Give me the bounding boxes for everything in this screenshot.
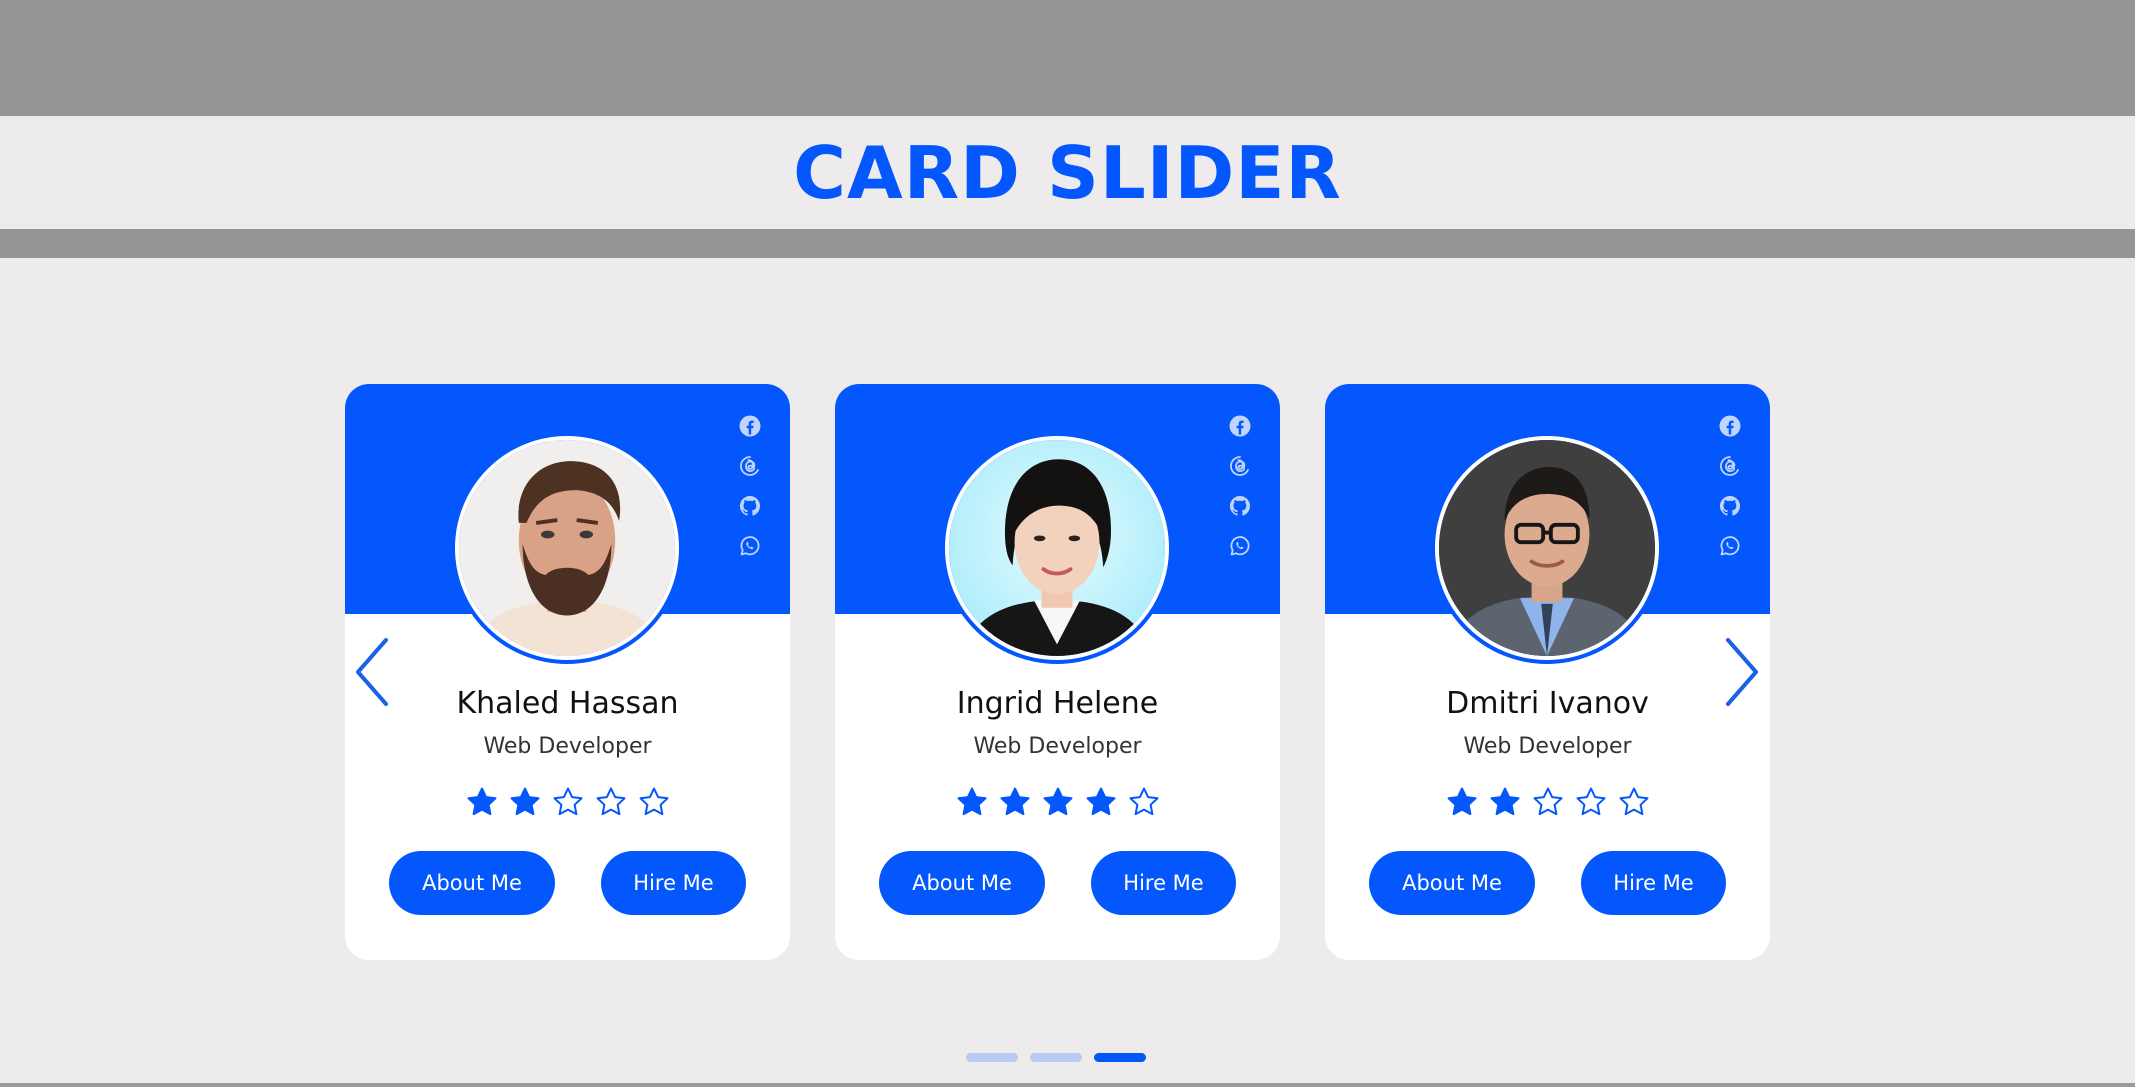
whatsapp-icon[interactable] (1718, 534, 1742, 558)
star-outline-icon (596, 787, 625, 816)
star-outline-icon (639, 787, 668, 816)
slider-pagination (966, 1053, 1146, 1062)
hire-me-button[interactable]: Hire Me (1581, 851, 1726, 915)
top-band (0, 0, 2135, 116)
facebook-icon[interactable] (1228, 414, 1252, 438)
avatar-photo (1439, 440, 1655, 656)
about-me-button[interactable]: About Me (879, 851, 1045, 915)
pagination-dot[interactable] (1094, 1053, 1146, 1062)
about-me-button[interactable]: About Me (389, 851, 555, 915)
card-role: Web Developer (483, 734, 652, 759)
prev-slide-button[interactable] (352, 636, 392, 708)
star-filled-icon (1447, 787, 1476, 816)
avatar (945, 436, 1169, 660)
star-outline-icon (553, 787, 582, 816)
card-name: Ingrid Helene (956, 686, 1159, 721)
star-rating (345, 786, 790, 818)
avatar-photo (459, 440, 675, 656)
hire-me-button[interactable]: Hire Me (1091, 851, 1236, 915)
sub-band (0, 229, 2135, 258)
facebook-icon[interactable] (738, 414, 762, 438)
github-icon[interactable] (738, 494, 762, 518)
threads-icon[interactable] (1228, 454, 1252, 478)
star-outline-icon (1533, 787, 1562, 816)
whatsapp-icon[interactable] (1228, 534, 1252, 558)
next-slide-button[interactable] (1722, 636, 1762, 708)
star-filled-icon (1000, 787, 1029, 816)
star-filled-icon (957, 787, 986, 816)
hire-me-button[interactable]: Hire Me (601, 851, 746, 915)
whatsapp-icon[interactable] (738, 534, 762, 558)
profile-card: Ingrid Helene Web Developer About Me Hir… (835, 384, 1280, 960)
profile-card: Khaled Hassan Web Developer About Me Hir… (345, 384, 790, 960)
star-filled-icon (1086, 787, 1115, 816)
title-bar: CARD SLIDER (0, 116, 2135, 229)
pagination-dot[interactable] (1030, 1053, 1082, 1062)
card-name: Dmitri Ivanov (1446, 686, 1649, 721)
bottom-divider (0, 1083, 2135, 1087)
pagination-dot[interactable] (966, 1053, 1018, 1062)
avatar-photo (949, 440, 1165, 656)
star-filled-icon (1490, 787, 1519, 816)
star-rating (1325, 786, 1770, 818)
chevron-left-icon (356, 638, 388, 706)
chevron-right-icon (1726, 638, 1758, 706)
avatar (1435, 436, 1659, 660)
social-links (1715, 414, 1745, 558)
star-filled-icon (510, 787, 539, 816)
star-outline-icon (1619, 787, 1648, 816)
page-title: CARD SLIDER (793, 130, 1342, 215)
avatar-ring (1431, 432, 1663, 664)
threads-icon[interactable] (738, 454, 762, 478)
threads-icon[interactable] (1718, 454, 1742, 478)
card-role: Web Developer (1463, 734, 1632, 759)
github-icon[interactable] (1228, 494, 1252, 518)
star-outline-icon (1576, 787, 1605, 816)
star-rating (835, 786, 1280, 818)
star-filled-icon (1043, 787, 1072, 816)
profile-card: Dmitri Ivanov Web Developer About Me Hir… (1325, 384, 1770, 960)
card-role: Web Developer (973, 734, 1142, 759)
star-outline-icon (1129, 787, 1158, 816)
social-links (735, 414, 765, 558)
card-name: Khaled Hassan (456, 686, 679, 721)
star-filled-icon (467, 787, 496, 816)
avatar-ring (941, 432, 1173, 664)
github-icon[interactable] (1718, 494, 1742, 518)
avatar (455, 436, 679, 660)
social-links (1225, 414, 1255, 558)
facebook-icon[interactable] (1718, 414, 1742, 438)
about-me-button[interactable]: About Me (1369, 851, 1535, 915)
avatar-ring (451, 432, 683, 664)
